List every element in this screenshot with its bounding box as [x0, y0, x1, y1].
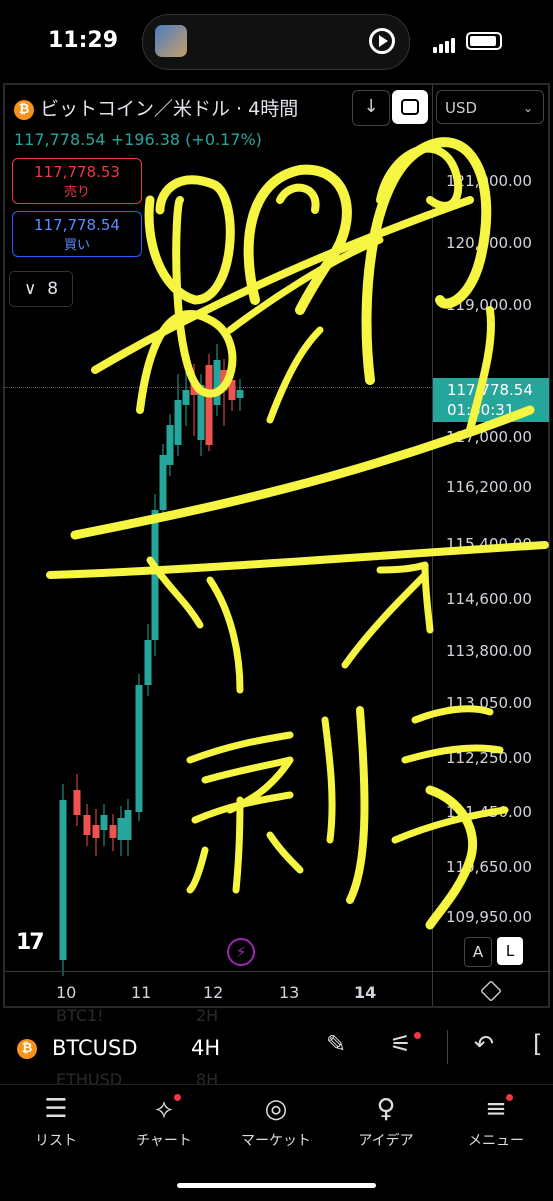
bitcoin-icon: ₿	[17, 1038, 37, 1059]
tab-label: マーケット	[241, 1133, 311, 1149]
list-icon: ☰	[44, 1094, 68, 1124]
indicators-icon[interactable]: ⚟	[390, 1030, 421, 1058]
tab-label: メニュー	[468, 1133, 524, 1149]
tab-label: チャート	[136, 1133, 192, 1149]
tab-chart[interactable]: ⟡ チャート	[114, 1092, 214, 1150]
tab-label: リスト	[35, 1133, 77, 1149]
tab-menu[interactable]: ≡ メニュー	[446, 1092, 546, 1150]
lightbulb-icon: ♀	[376, 1094, 396, 1124]
chart-icon: ⟡	[114, 1092, 214, 1126]
ticker-symbol-button[interactable]: ₿	[17, 1038, 43, 1059]
more-icon[interactable]: [	[533, 1030, 542, 1058]
tab-ideas[interactable]: ♀ アイデア	[336, 1092, 436, 1150]
tab-list[interactable]: ☰ リスト	[6, 1092, 106, 1150]
pen-icon[interactable]: ✎	[326, 1030, 346, 1058]
toolbar-divider	[447, 1030, 448, 1064]
tab-market[interactable]: ◎ マーケット	[226, 1092, 326, 1150]
ticker-symbol[interactable]: BTCUSD	[52, 1036, 138, 1060]
ghost-symbol: BTC1!	[56, 1006, 104, 1025]
tab-label: アイデア	[358, 1133, 414, 1149]
menu-icon: ≡	[446, 1092, 546, 1126]
undo-icon[interactable]: ↶	[474, 1030, 494, 1058]
home-indicator[interactable]	[177, 1183, 376, 1188]
timeframe-button[interactable]: 4H	[191, 1036, 220, 1060]
ghost-timeframe: 2H	[196, 1006, 219, 1025]
compass-icon: ◎	[264, 1094, 288, 1124]
